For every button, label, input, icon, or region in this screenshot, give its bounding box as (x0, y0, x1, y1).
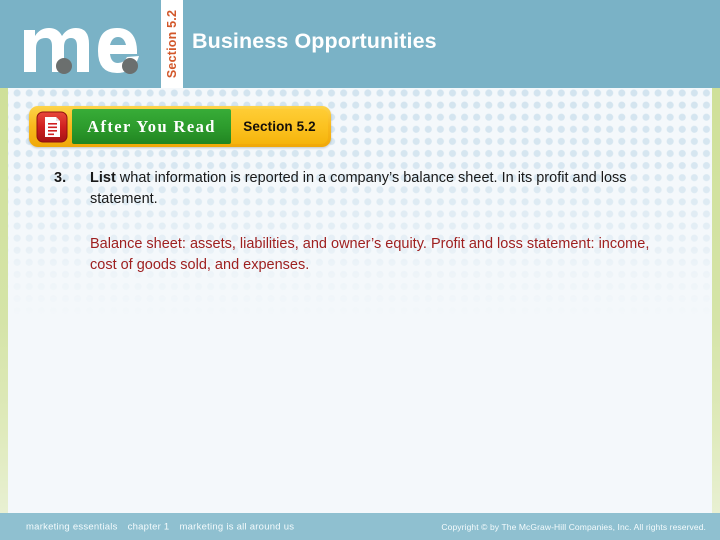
footer-breadcrumb: marketing essentials chapter 1 marketing… (26, 521, 294, 532)
slide-header: Section 5.2 Business Opportunities (0, 0, 720, 88)
footer-chapter-title: marketing is all around us (179, 521, 295, 532)
footer-book-title: marketing essentials (26, 521, 118, 532)
slide-footer: marketing essentials chapter 1 marketing… (0, 513, 720, 540)
after-you-read-label-box: After You Read (72, 109, 231, 144)
banner-section-box: Section 5.2 (231, 109, 328, 144)
right-green-edge-strip (712, 88, 720, 513)
banner-section-label: Section 5.2 (243, 119, 316, 134)
answer-text: Balance sheet: assets, liabilities, and … (90, 236, 650, 273)
footer-copyright: Copyright © by The McGraw-Hill Companies… (441, 521, 706, 532)
after-you-read-banner: After You Read Section 5.2 (29, 106, 331, 147)
question-number: 3. (54, 170, 67, 186)
me-logo (22, 14, 144, 76)
question-block: 3. List what information is reported in … (54, 168, 654, 210)
section-tab-label: Section 5.2 (165, 9, 179, 79)
question-lead-verb: List (90, 170, 116, 186)
question-text: List what information is reported in a c… (90, 168, 654, 210)
question-remainder: what information is reported in a compan… (90, 170, 627, 207)
left-green-edge-strip (0, 88, 8, 513)
after-you-read-label: After You Read (87, 116, 216, 136)
page-title: Business Opportunities (192, 29, 437, 53)
section-tab: Section 5.2 (161, 0, 183, 88)
footer-chapter: chapter 1 (127, 521, 170, 532)
document-lines-icon (32, 109, 72, 144)
slide: Section 5.2 Business Opportunities After… (0, 0, 720, 540)
